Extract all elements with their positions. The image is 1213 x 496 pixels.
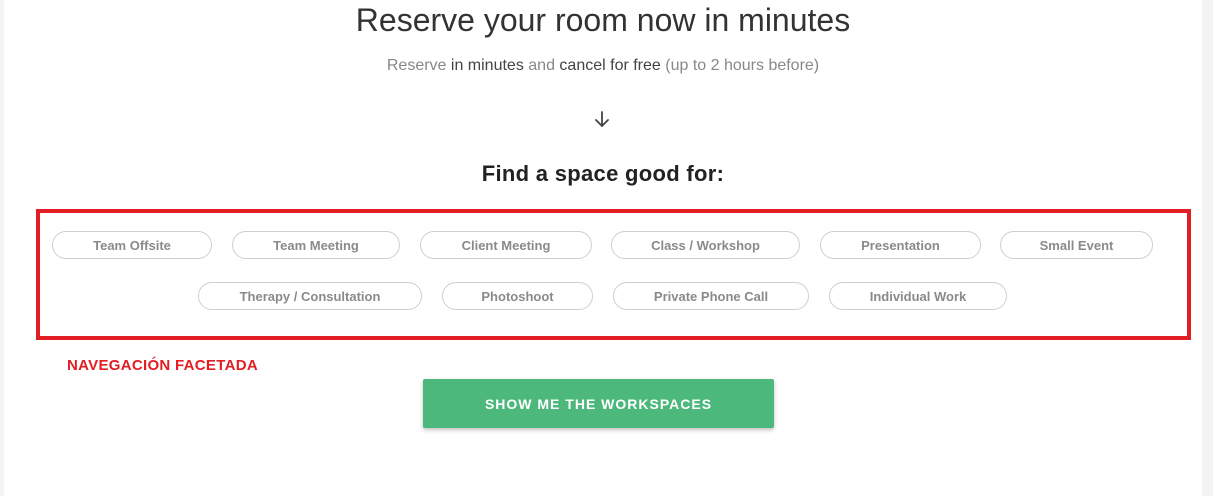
facets-title: Find a space good for:: [481, 161, 725, 186]
show-workspaces-button[interactable]: SHOW ME THE WORKSPACES: [423, 379, 774, 428]
subtitle-text: and: [528, 57, 555, 74]
subtitle-text: (up to 2 hours before): [665, 57, 820, 74]
facet-presentation[interactable]: Presentation: [820, 231, 981, 259]
page-subtitle: Reserve in minutes and cancel for free (…: [4, 57, 1202, 75]
facet-small-event[interactable]: Small Event: [1000, 231, 1153, 259]
arrow-down-icon: [595, 111, 609, 127]
facet-team-offsite[interactable]: Team Offsite: [52, 231, 212, 259]
facet-class-workshop[interactable]: Class / Workshop: [611, 231, 800, 259]
subtitle-highlight-minutes: in minutes: [450, 57, 524, 74]
facet-client-meeting[interactable]: Client Meeting: [420, 231, 592, 259]
subtitle-text: Reserve: [386, 57, 447, 74]
facet-private-phone-call[interactable]: Private Phone Call: [613, 282, 809, 310]
annotation-label: NAVEGACIÓN FACETADA: [67, 357, 258, 374]
facet-team-meeting[interactable]: Team Meeting: [232, 231, 400, 259]
faceted-navigation-highlight: [36, 209, 1191, 340]
facet-therapy-consultation[interactable]: Therapy / Consultation: [198, 282, 422, 310]
facet-individual-work[interactable]: Individual Work: [829, 282, 1007, 310]
page-title: Reserve your room now in minutes: [355, 2, 851, 38]
facet-photoshoot[interactable]: Photoshoot: [442, 282, 593, 310]
subtitle-highlight-cancel: cancel for free: [559, 57, 661, 74]
